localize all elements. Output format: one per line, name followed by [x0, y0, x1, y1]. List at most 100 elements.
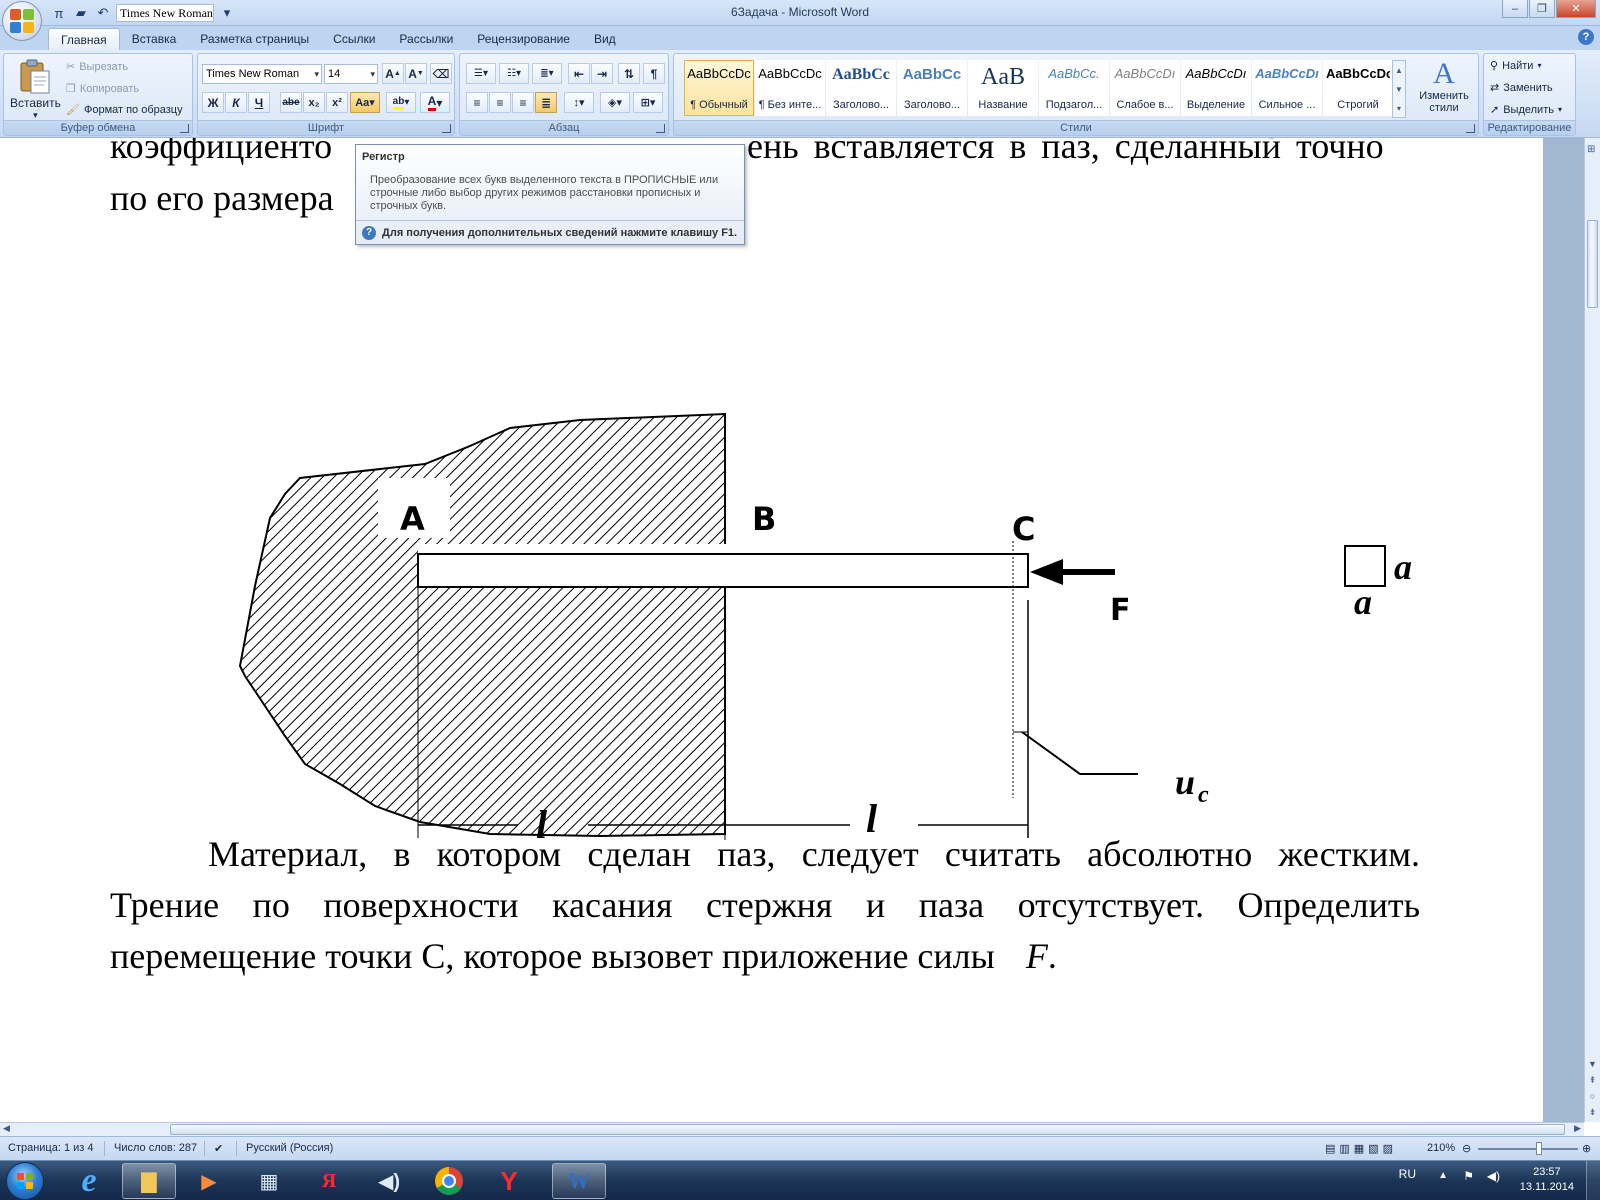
calculator-icon[interactable]: ▦ — [242, 1163, 296, 1199]
maximize-button[interactable]: ❐ — [1529, 0, 1555, 18]
flag-icon[interactable]: ⚑ — [1463, 1169, 1474, 1183]
horizontal-scrollbar[interactable]: ◀ ▶ — [0, 1122, 1584, 1136]
help-icon[interactable]: ? — [1578, 29, 1594, 45]
decrease-indent-button[interactable]: ⇤ — [568, 63, 590, 84]
clipboard-group-label: Буфер обмена — [4, 120, 192, 135]
ruler-toggle-icon[interactable]: ⊞ — [1587, 144, 1595, 155]
font-dialog-launcher[interactable] — [442, 124, 451, 133]
close-button[interactable]: ✕ — [1556, 0, 1596, 18]
clear-format-button[interactable]: ⌫ — [430, 63, 452, 84]
italic-button[interactable]: К — [225, 92, 247, 113]
status-words[interactable]: Число слов: 287 — [114, 1142, 197, 1154]
style-no-spacing[interactable]: AaBbCcDc ¶ Без инте... — [755, 60, 825, 116]
style-subtle-emphasis[interactable]: AaBbCcDı Слабое в... — [1110, 60, 1180, 116]
line-spacing-button[interactable]: ↕▾ — [564, 92, 594, 113]
style-heading-2[interactable]: AaBbCc Заголово... — [897, 60, 967, 116]
show-marks-button[interactable]: ¶ — [643, 63, 665, 84]
yandex-icon[interactable]: Я — [302, 1163, 356, 1199]
subscript-button[interactable]: x₂ — [303, 92, 325, 113]
style-normal[interactable]: AaBbCcDc ¶ Обычный — [684, 60, 754, 116]
highlight-button[interactable]: ab ▾ — [386, 92, 416, 113]
bold-button[interactable]: Ж — [202, 92, 224, 113]
scroll-right-icon[interactable]: ▶ — [1574, 1123, 1581, 1134]
status-language[interactable]: Русский (Россия) — [246, 1142, 333, 1154]
tray-clock[interactable]: 23:57 13.11.2014 — [1520, 1165, 1574, 1195]
font-color-button[interactable]: A ▾ — [420, 92, 450, 113]
tab-view[interactable]: Вид — [582, 28, 628, 50]
cut-button[interactable]: ✂ Вырезать — [66, 60, 128, 74]
underline-button[interactable]: Ч — [248, 92, 270, 113]
borders-button[interactable]: ⊞▾ — [633, 92, 663, 113]
status-zoom[interactable]: 210% — [1427, 1142, 1455, 1154]
strikethrough-button[interactable]: abe — [280, 92, 302, 113]
style-heading-1[interactable]: AaBbCc Заголово... — [826, 60, 896, 116]
styles-scroll[interactable]: ▲ ▼ ▾ — [1392, 60, 1406, 118]
select-button[interactable]: ➚ Выделить ▾ — [1490, 103, 1562, 117]
align-left-button[interactable]: ≡ — [466, 92, 488, 113]
styles-dialog-launcher[interactable] — [1466, 124, 1475, 133]
horizontal-scroll-thumb[interactable] — [170, 1124, 1565, 1135]
change-case-button[interactable]: Aa▾ — [350, 92, 380, 113]
explorer-folder-icon[interactable]: ▇ — [122, 1163, 176, 1199]
tab-home[interactable]: Главная — [48, 28, 120, 50]
view-buttons-icon[interactable]: ▤▥▦▧▨ — [1325, 1142, 1397, 1155]
font-size-combo[interactable]: 14 — [324, 64, 378, 84]
bullets-button[interactable]: ☰▾ — [466, 63, 496, 84]
increase-indent-button[interactable]: ⇥ — [591, 63, 613, 84]
clipboard-dialog-launcher[interactable] — [180, 124, 189, 133]
office-button[interactable] — [2, 1, 42, 41]
scroll-left-icon[interactable]: ◀ — [3, 1123, 10, 1134]
vertical-scrollbar[interactable]: ⊞ ▼ ⇞ ○ ⇟ — [1584, 138, 1600, 1122]
style-intense-emphasis[interactable]: AaBbCcDı Сильное ... — [1252, 60, 1322, 116]
justify-button[interactable]: ≣ — [535, 92, 557, 113]
yandex-browser-icon[interactable]: Y — [482, 1163, 536, 1199]
browse-object-controls[interactable]: ▼ ⇞ ○ ⇟ — [1588, 1056, 1597, 1120]
grow-font-button[interactable]: A ▲ — [382, 63, 404, 84]
find-button[interactable]: ⚲ Найти ▾ — [1490, 59, 1541, 73]
internet-explorer-icon[interactable]: e — [62, 1162, 116, 1199]
format-painter-button[interactable]: 🖌 Формат по образцу — [66, 103, 183, 117]
tab-references[interactable]: Ссылки — [321, 28, 387, 50]
zoom-in-icon[interactable]: ⊕ — [1582, 1142, 1591, 1155]
force-arrow-head — [1030, 559, 1063, 585]
align-right-button[interactable]: ≡ — [512, 92, 534, 113]
style-emphasis[interactable]: AaBbCcDı Выделение — [1181, 60, 1251, 116]
replace-button[interactable]: ⇄ Заменить — [1490, 81, 1553, 95]
tray-language[interactable]: RU — [1399, 1167, 1416, 1181]
copy-button[interactable]: ❐ Копировать — [66, 82, 139, 96]
style-subtitle[interactable]: AaBbCc. Подзагол... — [1039, 60, 1109, 116]
style-strong[interactable]: AaBbCcDc Строгий — [1323, 60, 1393, 116]
document-page[interactable]: коэффициенто ень вставляется в паз, сдел… — [0, 138, 1543, 1122]
align-center-button[interactable]: ≡ — [489, 92, 511, 113]
shrink-font-button[interactable]: A ▼ — [405, 63, 427, 84]
sort-button[interactable]: ⇅ — [618, 63, 640, 84]
status-page[interactable]: Страница: 1 из 4 — [8, 1142, 94, 1154]
tab-page-layout[interactable]: Разметка страницы — [188, 28, 321, 50]
numbering-button[interactable]: ☷▾ — [499, 63, 529, 84]
tab-insert[interactable]: Вставка — [120, 28, 189, 50]
font-name-combo[interactable]: Times New Roman — [202, 64, 322, 84]
superscript-button[interactable]: x² — [326, 92, 348, 113]
tab-mailings[interactable]: Рассылки — [387, 28, 465, 50]
tab-review[interactable]: Рецензирование — [465, 28, 582, 50]
volume-app-icon[interactable]: ◀) — [362, 1163, 416, 1199]
change-styles-button[interactable]: A Изменить стили — [1412, 58, 1476, 115]
media-player-icon[interactable]: ▶ — [182, 1163, 236, 1199]
multilevel-list-button[interactable]: ≣▾ — [532, 63, 562, 84]
shading-button[interactable]: ◈▾ — [600, 92, 630, 113]
style-title[interactable]: AaB Название — [968, 60, 1038, 116]
word-taskbar-icon[interactable]: W — [552, 1163, 606, 1199]
volume-icon[interactable]: ◀) — [1487, 1169, 1500, 1183]
zoom-slider-thumb[interactable] — [1536, 1142, 1542, 1155]
minimize-button[interactable]: – — [1502, 0, 1528, 18]
paste-button[interactable]: Вставить ▾ — [10, 58, 61, 121]
paragraph-dialog-launcher[interactable] — [656, 124, 665, 133]
vertical-scroll-thumb[interactable] — [1587, 220, 1598, 308]
start-button[interactable] — [6, 1162, 44, 1200]
zoom-slider[interactable] — [1478, 1148, 1578, 1150]
tray-expand-icon[interactable]: ▲ — [1438, 1170, 1448, 1181]
spellcheck-icon[interactable]: ✔ — [214, 1142, 223, 1155]
zoom-out-icon[interactable]: ⊖ — [1462, 1142, 1471, 1155]
show-desktop-button[interactable] — [1586, 1161, 1600, 1200]
chrome-icon[interactable] — [422, 1163, 476, 1199]
